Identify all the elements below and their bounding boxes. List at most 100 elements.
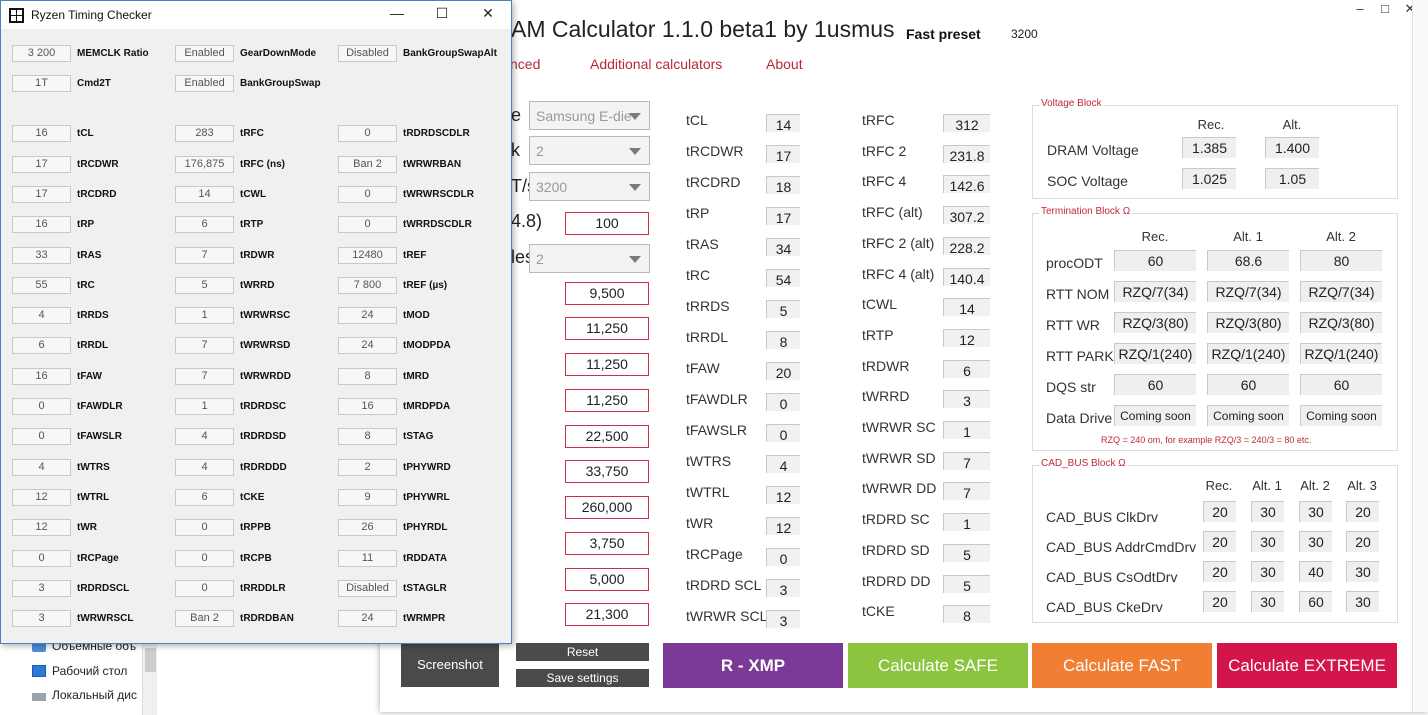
calculate-safe-button[interactable]: Calculate SAFE	[848, 643, 1028, 688]
minimize-button[interactable]: –	[1350, 2, 1370, 16]
timing-label: tWR	[686, 515, 714, 531]
rtc-value-box: 1	[175, 398, 234, 415]
memory-type-select[interactable]: Samsung E-die	[529, 101, 650, 130]
cadbus-row-label: CAD_BUS CkeDrv	[1046, 599, 1163, 615]
ns-value-input[interactable]: 260,000	[565, 496, 649, 519]
cadbus-value: 20	[1203, 531, 1236, 552]
scrollbar-thumb[interactable]	[145, 648, 156, 672]
ns-value-input[interactable]: 3,750	[565, 532, 649, 555]
bclk-input[interactable]: 100	[565, 212, 649, 235]
termination-value: RZQ/7(34)	[1114, 281, 1196, 302]
save-settings-button[interactable]: Save settings	[516, 669, 649, 687]
voltage-header-rec: Rec.	[1197, 117, 1225, 132]
explorer-item-desktop[interactable]: Рабочий стол	[32, 664, 127, 678]
r-xmp-button[interactable]: R - XMP	[663, 643, 843, 688]
timing-value: 8	[943, 605, 990, 624]
rtc-value-box: 8	[338, 368, 397, 385]
timing-value: 8	[766, 331, 800, 350]
dram-voltage-label: DRAM Voltage	[1047, 142, 1139, 158]
app-grid-icon	[9, 8, 24, 23]
rank-select[interactable]: 2	[529, 136, 650, 165]
rtc-timing-label: GearDownMode	[240, 48, 317, 59]
termination-value: RZQ/1(240)	[1114, 343, 1196, 364]
rtc-value-box: 5	[175, 277, 234, 294]
rtc-value-box: 4	[175, 428, 234, 445]
rtc-value-box: 26	[338, 519, 397, 536]
cadbus-row-label: CAD_BUS AddrCmdDrv	[1046, 539, 1197, 555]
rtc-titlebar[interactable]: Ryzen Timing Checker — ☐ ✕	[1, 1, 511, 29]
timing-label: tRAS	[686, 236, 719, 252]
rtc-timing-label: tWRWRDD	[240, 371, 291, 382]
termination-value: 60	[1114, 374, 1196, 395]
termination-value: RZQ/7(34)	[1207, 281, 1289, 302]
rtc-timing-label: tRTP	[240, 219, 264, 230]
rtc-timing-label: tRDRDSCL	[77, 583, 130, 594]
rtc-maximize-button[interactable]: ☐	[432, 5, 452, 22]
rtc-timing-label: tMRDPDA	[403, 401, 451, 412]
cadbus-header: Alt. 1	[1252, 478, 1282, 493]
frequency-select[interactable]: 3200	[529, 172, 650, 201]
explorer-item-label: Рабочий стол	[52, 664, 128, 678]
rtc-value-box: 7	[175, 337, 234, 354]
rtc-timing-label: tPHYWRL	[403, 492, 450, 503]
ns-value-input[interactable]: 22,500	[565, 425, 649, 448]
nav-about[interactable]: About	[766, 56, 803, 72]
screenshot-button[interactable]: Screenshot	[401, 643, 499, 687]
rtc-timing-label: tWRRD	[240, 280, 275, 291]
calculator-scrollbar[interactable]	[1412, 0, 1428, 712]
timing-value: 228.2	[943, 236, 990, 256]
calculate-extreme-button[interactable]: Calculate EXTREME	[1217, 643, 1397, 688]
rtc-value-box: 1T	[12, 75, 71, 92]
ns-value-input[interactable]: 11,250	[565, 389, 649, 412]
termination-block: Termination Block Ω Rec. Alt. 1 Alt. 2 proc…	[1032, 206, 1398, 451]
timing-label: tRDWR	[862, 357, 910, 374]
termination-value: RZQ/3(80)	[1114, 312, 1196, 333]
nav-advanced[interactable]: nced	[510, 56, 540, 72]
rtc-value-box: 16	[12, 368, 71, 385]
voltage-header-alt: Alt.	[1282, 117, 1302, 132]
nav-additional-calculators[interactable]: Additional calculators	[590, 56, 722, 72]
timing-value: 142.6	[943, 175, 990, 194]
termination-value: RZQ/1(240)	[1300, 343, 1382, 364]
rtc-timing-label: tRDRDSCDLR	[403, 128, 470, 139]
ns-value-input[interactable]: 33,750	[565, 460, 649, 483]
timing-label: tRP	[686, 205, 710, 221]
timing-label: tRFC 4	[862, 173, 907, 190]
rtc-value-box: 3	[12, 580, 71, 597]
memory-type-label: e	[511, 105, 522, 125]
calculate-fast-button[interactable]: Calculate FAST	[1032, 643, 1212, 688]
rtc-timing-label: tSTAG	[403, 431, 434, 442]
dimm-modules-select[interactable]: 2	[529, 244, 650, 273]
rtc-timing-label: tRRDS	[77, 310, 109, 321]
ns-value-input[interactable]: 11,250	[565, 353, 649, 376]
rtc-timing-label: tFAWSLR	[77, 431, 122, 442]
timing-label: tRCDRD	[686, 174, 741, 190]
rtc-timing-label: tWRWRSC	[240, 310, 291, 321]
timing-label: tRFC	[862, 112, 895, 128]
rtc-timing-label: tPHYRDL	[403, 522, 448, 533]
rtc-timing-label: tCL	[77, 128, 94, 139]
ns-value-input[interactable]: 21,300	[565, 603, 649, 626]
rtc-value-box: Disabled	[338, 45, 397, 62]
rtc-timing-label: tWRWRSD	[240, 340, 291, 351]
timing-label: tCKE	[862, 603, 895, 620]
rtc-minimize-button[interactable]: —	[387, 5, 407, 21]
ns-value-input[interactable]: 11,250	[565, 317, 649, 340]
explorer-item-local-disk[interactable]: Локальный дис	[32, 688, 137, 702]
timing-value: 54	[766, 269, 800, 288]
termination-value: RZQ/1(240)	[1207, 343, 1289, 364]
rtc-value-box: 14	[175, 186, 234, 203]
rtc-timing-label: MEMCLK Ratio	[77, 48, 149, 59]
timing-label: tFAW	[686, 360, 720, 376]
reset-button[interactable]: Reset	[516, 643, 649, 661]
rtc-timing-label: tRDRDBAN	[240, 613, 294, 624]
rtc-value-box: Ban 2	[175, 610, 234, 627]
cadbus-value: 30	[1346, 561, 1379, 582]
ns-value-input[interactable]: 5,000	[565, 568, 649, 591]
ns-value-input[interactable]: 9,500	[565, 282, 649, 305]
rtc-value-box: 16	[12, 216, 71, 233]
rtc-value-box: 7	[175, 247, 234, 264]
maximize-button[interactable]: □	[1375, 2, 1395, 16]
rtc-close-button[interactable]: ✕	[478, 5, 498, 22]
rtc-timing-label: tRDWR	[240, 250, 275, 261]
